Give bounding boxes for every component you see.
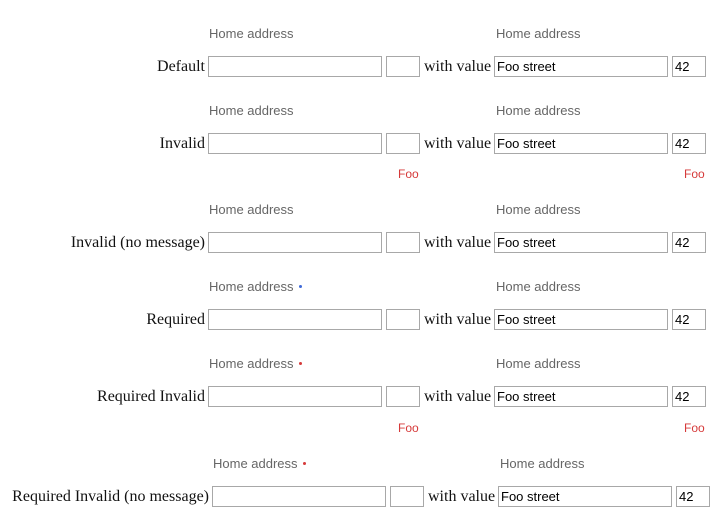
with-value-text-required-invalid: with value [424,388,492,405]
number-input-filled-required-invalid[interactable] [672,386,706,407]
field-label-street-filled-invalid: Home address [496,103,581,118]
number-input-empty-invalid[interactable] [386,133,420,154]
with-value-text-invalid-no-message: with value [424,234,492,251]
number-input-empty-invalid-no-message[interactable] [386,232,420,253]
row-label-default: Default [157,58,205,75]
field-label-street-empty-invalid: Home address [209,103,294,118]
number-input-filled-invalid-no-message[interactable] [672,232,706,253]
field-label-text: Home address [209,279,294,294]
street-input-filled-required[interactable] [494,309,668,330]
street-input-filled-required-invalid-no-message[interactable] [498,486,672,507]
error-message-empty-invalid: Foo [398,167,419,181]
street-input-empty-invalid[interactable] [208,133,382,154]
number-input-filled-default[interactable] [672,56,706,77]
street-input-filled-required-invalid[interactable] [494,386,668,407]
street-input-filled-default[interactable] [494,56,668,77]
field-label-street-empty-default: Home address [209,26,294,41]
field-label-street-empty-invalid-no-message: Home address [209,202,294,217]
field-label-text: Home address [213,456,298,471]
required-indicator-icon [298,362,302,366]
required-indicator-icon [298,285,302,289]
field-label-street-filled-required: Home address [496,279,581,294]
street-input-empty-required-invalid[interactable] [208,386,382,407]
with-value-text-required: with value [424,311,492,328]
error-message-empty-required-invalid: Foo [398,421,419,435]
street-input-filled-invalid[interactable] [494,133,668,154]
with-value-text-default: with value [424,58,492,75]
field-label-street-empty-required-invalid-no-message: Home address [213,456,306,472]
row-label-required: Required [146,311,205,328]
error-message-filled-required-invalid: Foo [684,421,705,435]
row-label-invalid: Invalid [159,135,205,152]
number-input-empty-required-invalid-no-message[interactable] [390,486,424,507]
row-label-required-invalid-no-message: Required Invalid (no message) [12,488,209,505]
field-label-street-filled-required-invalid-no-message: Home address [500,456,585,471]
field-label-street-filled-invalid-no-message: Home address [496,202,581,217]
number-input-filled-required-invalid-no-message[interactable] [676,486,710,507]
field-label-text: Home address [209,356,294,371]
error-message-filled-invalid: Foo [684,167,705,181]
with-value-text-invalid: with value [424,135,492,152]
with-value-text-required-invalid-no-message: with value [428,488,496,505]
street-input-empty-invalid-no-message[interactable] [208,232,382,253]
row-label-required-invalid: Required Invalid [97,388,205,405]
field-label-street-empty-required: Home address [209,279,302,295]
required-indicator-icon [302,462,306,466]
field-label-street-filled-default: Home address [496,26,581,41]
field-label-street-filled-required-invalid: Home address [496,356,581,371]
street-input-empty-default[interactable] [208,56,382,77]
number-input-empty-required[interactable] [386,309,420,330]
field-label-street-empty-required-invalid: Home address [209,356,302,372]
row-label-invalid-no-message: Invalid (no message) [70,234,205,251]
number-input-filled-required[interactable] [672,309,706,330]
street-input-filled-invalid-no-message[interactable] [494,232,668,253]
street-input-empty-required-invalid-no-message[interactable] [212,486,386,507]
number-input-filled-invalid[interactable] [672,133,706,154]
street-input-empty-required[interactable] [208,309,382,330]
number-input-empty-default[interactable] [386,56,420,77]
number-input-empty-required-invalid[interactable] [386,386,420,407]
